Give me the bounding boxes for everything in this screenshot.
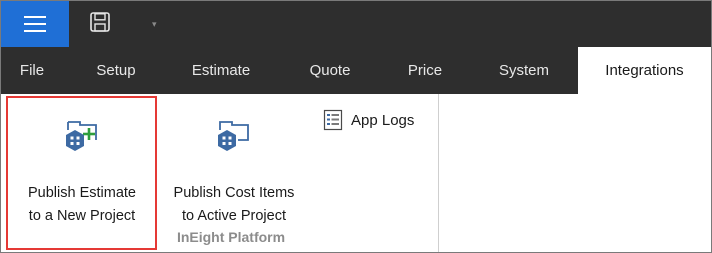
hamburger-icon: [24, 16, 46, 32]
tab-estimate[interactable]: Estimate: [176, 47, 266, 94]
app-logs-label: App Logs: [351, 111, 415, 129]
tab-setup[interactable]: Setup: [75, 47, 157, 94]
ribbon-tab-bar: File Setup Estimate Quote Price System I…: [1, 47, 711, 94]
publish-cost-items-label-line2: to Active Project: [182, 208, 286, 224]
tab-system[interactable]: System: [475, 47, 573, 94]
save-icon[interactable]: [89, 11, 111, 33]
title-bar: ▾: [1, 1, 711, 47]
publish-cost-items-label: Publish Cost Items to Active Project: [159, 182, 309, 228]
group-divider: [438, 94, 439, 252]
app-logs-button[interactable]: App Logs: [323, 108, 414, 132]
highlight-box: [6, 96, 157, 250]
tab-file[interactable]: File: [11, 47, 53, 94]
tab-price[interactable]: Price: [385, 47, 465, 94]
tab-integrations[interactable]: Integrations: [578, 47, 711, 94]
folder-icon: [218, 121, 249, 151]
publish-cost-items-label-line1: Publish Cost Items: [173, 185, 295, 201]
app-menu-button[interactable]: [1, 1, 69, 47]
ribbon-panel: Publish Estimate to a New Project Publis…: [1, 94, 711, 252]
chevron-down-icon[interactable]: ▾: [152, 19, 162, 29]
app-window: ▾ File Setup Estimate Quote Price System…: [0, 0, 712, 253]
log-document-icon: [323, 109, 343, 131]
ribbon-group-label: InEight Platform: [176, 229, 286, 245]
tab-quote[interactable]: Quote: [295, 47, 365, 94]
